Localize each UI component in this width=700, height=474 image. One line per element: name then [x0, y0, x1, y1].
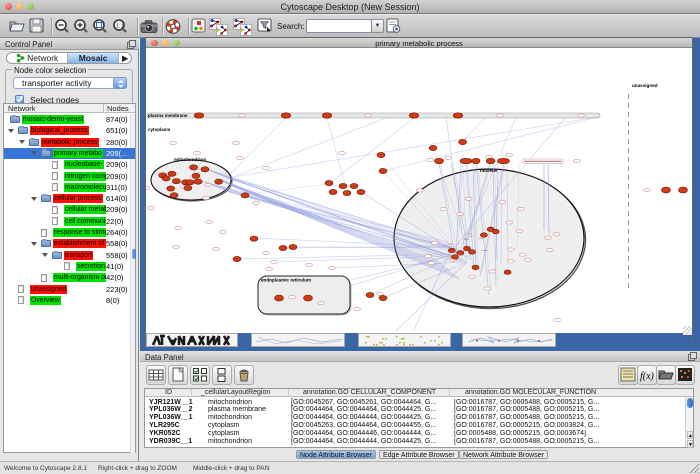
svg-text:mitochondrion: mitochondrion — [174, 157, 206, 162]
svg-text:f(x): f(x) — [640, 371, 655, 382]
svg-text:plasma membrane: plasma membrane — [148, 113, 188, 118]
svg-text:1:1: 1:1 — [116, 24, 124, 30]
svg-text:cytoplasm: cytoplasm — [148, 127, 170, 132]
svg-text:nucleus: nucleus — [480, 168, 498, 173]
svg-text:unassigned: unassigned — [632, 83, 658, 88]
svg-text:endoplasmic reticulum: endoplasmic reticulum — [261, 278, 311, 283]
